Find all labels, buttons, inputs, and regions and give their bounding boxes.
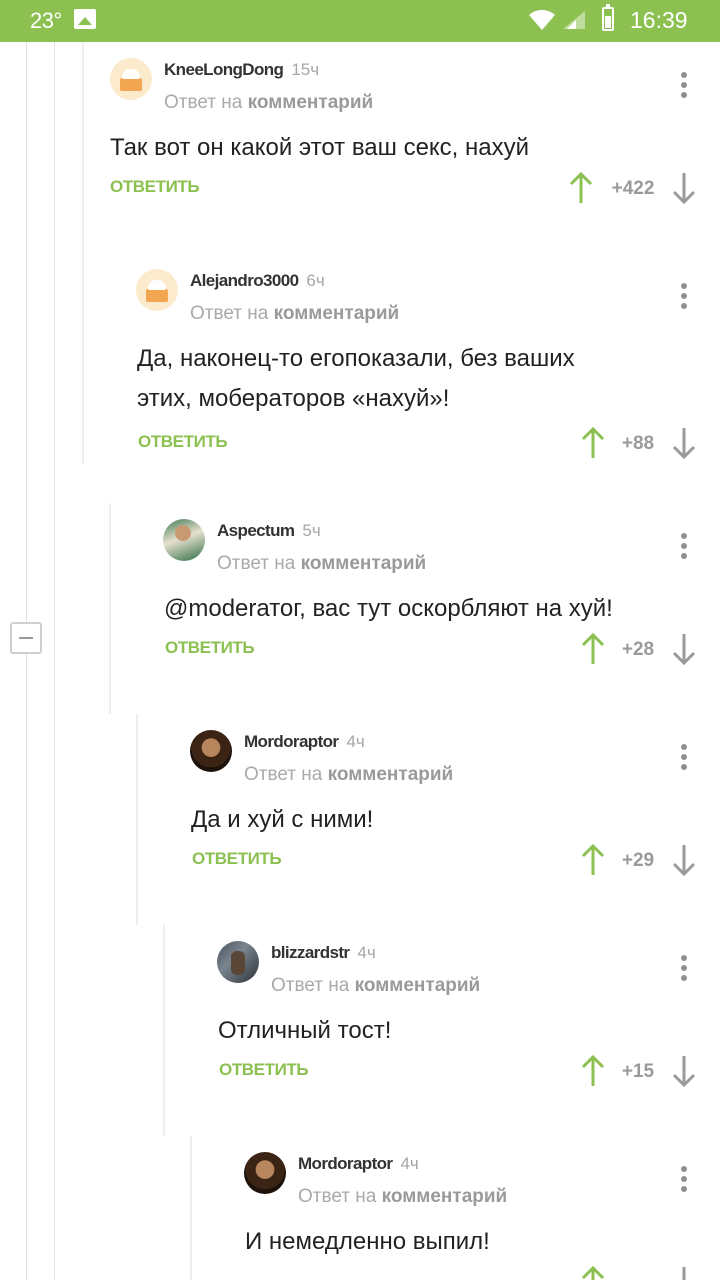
thread-branch [82, 42, 84, 253]
more-options-icon[interactable] [681, 955, 687, 981]
more-options-icon[interactable] [681, 1166, 687, 1192]
avatar[interactable] [244, 1152, 286, 1194]
clock: 16:39 [630, 7, 688, 33]
reply-to: Ответ на комментарий [217, 553, 427, 574]
parent-comment-link[interactable]: комментарий [328, 764, 454, 785]
upvote-arrow-icon[interactable] [580, 632, 606, 666]
upvote-arrow-icon[interactable] [580, 1265, 606, 1280]
rating-score: +28 [621, 639, 655, 660]
reply-to: Ответ на комментарий [190, 303, 400, 324]
comment-author[interactable]: Alejandro3000 6ч [190, 271, 325, 291]
comment-6: Mordoraptor 4ч Ответ на комментарий И нем… [190, 1136, 720, 1280]
reply-to: Ответ на комментарий [164, 92, 374, 113]
comment-text: Да, наконец-то егопоказали, без ваших эти… [137, 345, 575, 412]
upvote-arrow-icon[interactable] [568, 171, 594, 205]
comment-author[interactable]: Mordoraptor 4ч [244, 732, 365, 752]
rating-score: +15 [621, 1061, 655, 1082]
comment-text: Да и хуй с ними! [191, 806, 374, 833]
parent-comment-link[interactable]: комментарий [382, 1186, 508, 1207]
thread-line [54, 42, 55, 1280]
more-options-icon[interactable] [681, 283, 687, 309]
thread-branch [190, 1136, 192, 1280]
reply-button[interactable]: ОТВЕТИТЬ [192, 849, 282, 869]
comment-text: @moderатог, вас тут оскорбляют на хуй! [164, 595, 613, 622]
upvote-arrow-icon[interactable] [580, 843, 606, 877]
status-bar: 23° 16:39 [0, 0, 720, 42]
wifi-icon [529, 9, 555, 30]
rating-score: +422 [611, 178, 655, 199]
comment-time: 4ч [346, 732, 365, 751]
reply-to: Ответ на комментарий [271, 975, 481, 996]
collapse-thread-button[interactable] [10, 622, 42, 654]
reply-to: Ответ на комментарий [298, 1186, 508, 1207]
comment-author[interactable]: blizzardstr 4ч [271, 943, 376, 963]
comment-text: Отличный тост! [218, 1017, 392, 1044]
rating-score: +29 [621, 850, 655, 871]
more-options-icon[interactable] [681, 533, 687, 559]
avatar[interactable] [217, 941, 259, 983]
upvote-arrow-icon[interactable] [580, 1054, 606, 1088]
comment-time: 4ч [400, 1154, 419, 1173]
comment-4: Mordoraptor 4ч Ответ на комментарий Да и … [136, 714, 720, 925]
thread-branch [163, 925, 165, 1136]
comment-text: Так вот он какой этот ваш секс, нахуй [110, 134, 530, 161]
reply-to: Ответ на комментарий [244, 764, 454, 785]
avatar[interactable] [110, 58, 152, 100]
parent-comment-link[interactable]: комментарий [248, 92, 374, 113]
parent-comment-link[interactable]: комментарий [274, 303, 400, 324]
parent-comment-link[interactable]: комментарий [301, 553, 427, 574]
comment-1: KneeLongDong 15ч Ответ на комментарий Так… [82, 42, 720, 253]
thread-branch [82, 253, 84, 464]
battery-icon [602, 4, 614, 31]
comment-time: 15ч [291, 60, 320, 79]
more-options-icon[interactable] [681, 72, 687, 98]
comment-text: И немедленно выпил! [245, 1228, 490, 1255]
avatar[interactable] [136, 269, 178, 311]
downvote-arrow-icon[interactable] [671, 1265, 697, 1280]
temperature: 23° [30, 8, 62, 33]
thread-line [26, 42, 27, 1280]
reply-button[interactable]: ОТВЕТИТЬ [138, 432, 228, 452]
downvote-arrow-icon[interactable] [671, 171, 697, 205]
reply-button[interactable]: ОТВЕТИТЬ [110, 177, 200, 197]
comment-time: 5ч [302, 521, 321, 540]
comment-time: 4ч [357, 943, 376, 962]
comment-author[interactable]: Mordoraptor 4ч [298, 1154, 419, 1174]
downvote-arrow-icon[interactable] [671, 632, 697, 666]
comment-2: Alejandro3000 6ч Ответ на комментарий Да,… [82, 253, 720, 464]
thread-branch [136, 714, 138, 925]
comment-3: Aspectum 5ч Ответ на комментарий @moderат… [109, 503, 720, 714]
thread-branch [109, 503, 111, 714]
more-options-icon[interactable] [681, 744, 687, 770]
gallery-icon [74, 9, 96, 29]
reply-button[interactable]: ОТВЕТИТЬ [165, 638, 255, 658]
comment-5: blizzardstr 4ч Ответ на комментарий Отлич… [163, 925, 720, 1136]
signal-icon [563, 11, 585, 29]
downvote-arrow-icon[interactable] [671, 843, 697, 877]
upvote-arrow-icon[interactable] [580, 426, 606, 460]
avatar[interactable] [190, 730, 232, 772]
reply-button[interactable]: ОТВЕТИТЬ [219, 1060, 309, 1080]
avatar[interactable] [163, 519, 205, 561]
downvote-arrow-icon[interactable] [671, 1054, 697, 1088]
comment-time: 6ч [306, 271, 325, 290]
downvote-arrow-icon[interactable] [671, 426, 697, 460]
comment-author[interactable]: Aspectum 5ч [217, 521, 321, 541]
parent-comment-link[interactable]: комментарий [355, 975, 481, 996]
comment-author[interactable]: KneeLongDong 15ч [164, 60, 319, 80]
rating-score: +88 [621, 433, 655, 454]
